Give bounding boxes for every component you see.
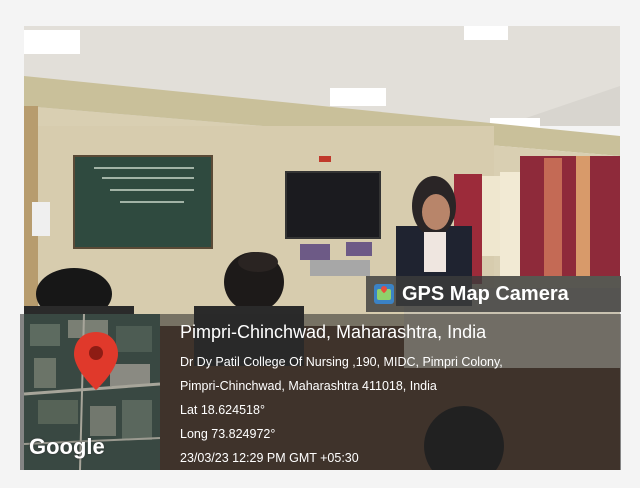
location-details: Pimpri-Chinchwad, Maharashtra, India Dr … (180, 322, 503, 470)
google-logo: Google (29, 434, 105, 459)
location-city: Pimpri-Chinchwad, Maharashtra, India (180, 322, 487, 342)
gps-map-camera-icon (374, 284, 394, 304)
ceiling-light (464, 26, 508, 40)
map-thumbnail: Google (24, 314, 160, 470)
gps-map-camera-badge: GPS Map Camera (366, 276, 621, 312)
television (285, 171, 381, 239)
ceiling-light (330, 88, 386, 106)
ceiling-light (24, 30, 80, 54)
badge-label: GPS Map Camera (402, 282, 569, 305)
timestamp: 23/03/23 12:29 PM GMT +05:30 (180, 451, 359, 465)
longitude: Long 73.824972° (180, 427, 276, 441)
address-line-1: Dr Dy Patil College Of Nursing ,190, MID… (180, 355, 503, 369)
latitude: Lat 18.624518° (180, 403, 265, 417)
photo-frame: GPS Map Camera Google Pimpri-Chinchwad, … (0, 0, 640, 488)
address-line-2: Pimpri-Chinchwad, Maharashtra 411018, In… (180, 379, 437, 393)
